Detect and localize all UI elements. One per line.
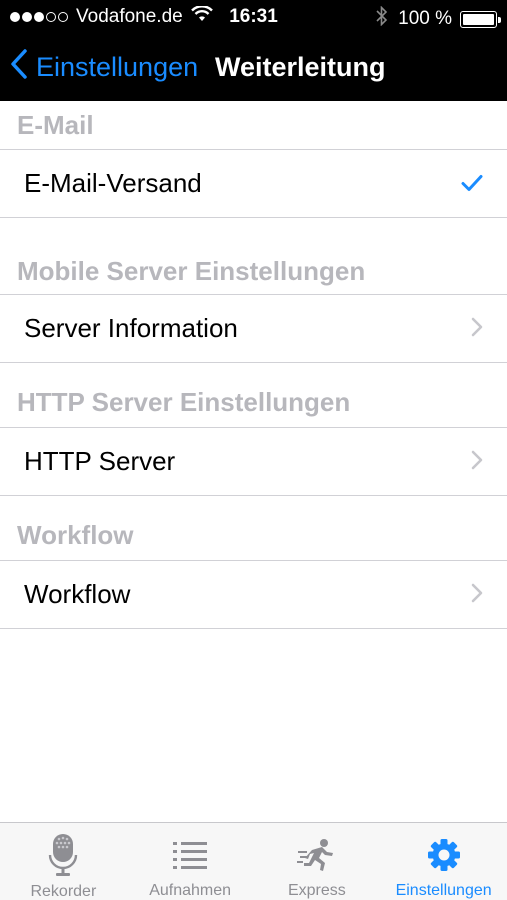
battery-percent: 100 % <box>398 8 452 29</box>
chevron-right-icon <box>471 446 483 477</box>
tab-label: Express <box>287 882 346 899</box>
row-server-information[interactable]: Server Information <box>0 294 507 363</box>
tab-einstellungen[interactable]: Einstellungen <box>380 823 507 900</box>
gear-icon <box>427 833 461 876</box>
battery-icon <box>460 10 501 28</box>
tab-label: Rekorder <box>30 883 97 900</box>
tab-rekorder[interactable]: Rekorder <box>0 823 127 900</box>
top-bar: Vodafone.de 16:31 100 % Einstellungen We… <box>0 0 507 101</box>
navigation-bar: Einstellungen Weiterleitung <box>0 34 507 101</box>
section-header-workflow: Workflow <box>0 496 507 560</box>
chevron-right-icon <box>471 579 483 610</box>
row-label: Server Information <box>24 313 238 343</box>
back-button-label: Einstellungen <box>36 52 199 82</box>
tab-aufnahmen[interactable]: Aufnahmen <box>127 823 254 900</box>
settings-table: E-Mail E-Mail-Versand Mobile Server Eins… <box>0 101 507 629</box>
row-label: HTTP Server <box>24 446 176 476</box>
status-right: 100 % <box>376 5 501 32</box>
microphone-icon <box>48 833 78 877</box>
bluetooth-icon <box>376 5 388 32</box>
chevron-right-icon <box>471 313 483 344</box>
row-workflow[interactable]: Workflow <box>0 560 507 629</box>
section-header-mobile-server: Mobile Server Einstellungen <box>0 246 507 294</box>
row-http-server[interactable]: HTTP Server <box>0 427 507 496</box>
battery-fill <box>463 13 494 25</box>
chevron-left-icon <box>10 49 36 86</box>
battery-nub <box>498 16 501 23</box>
section-header-http-server: HTTP Server Einstellungen <box>0 363 507 427</box>
row-label: Workflow <box>24 579 131 609</box>
tab-label: Einstellungen <box>395 882 492 899</box>
back-button[interactable]: Einstellungen <box>10 49 198 86</box>
checkmark-icon <box>461 168 483 199</box>
tab-express[interactable]: Express <box>254 823 381 900</box>
row-label: E-Mail-Versand <box>24 168 202 198</box>
tab-label: Aufnahmen <box>149 882 232 899</box>
tab-bar: Rekorder Aufnahmen Express Einstellungen <box>0 822 507 900</box>
running-man-icon <box>296 833 337 876</box>
list-icon <box>173 833 208 876</box>
page-title: Weiterleitung <box>215 52 386 82</box>
row-email-versand[interactable]: E-Mail-Versand <box>0 149 507 218</box>
section-header-email: E-Mail <box>0 101 507 149</box>
status-bar: Vodafone.de 16:31 100 % <box>0 0 507 34</box>
